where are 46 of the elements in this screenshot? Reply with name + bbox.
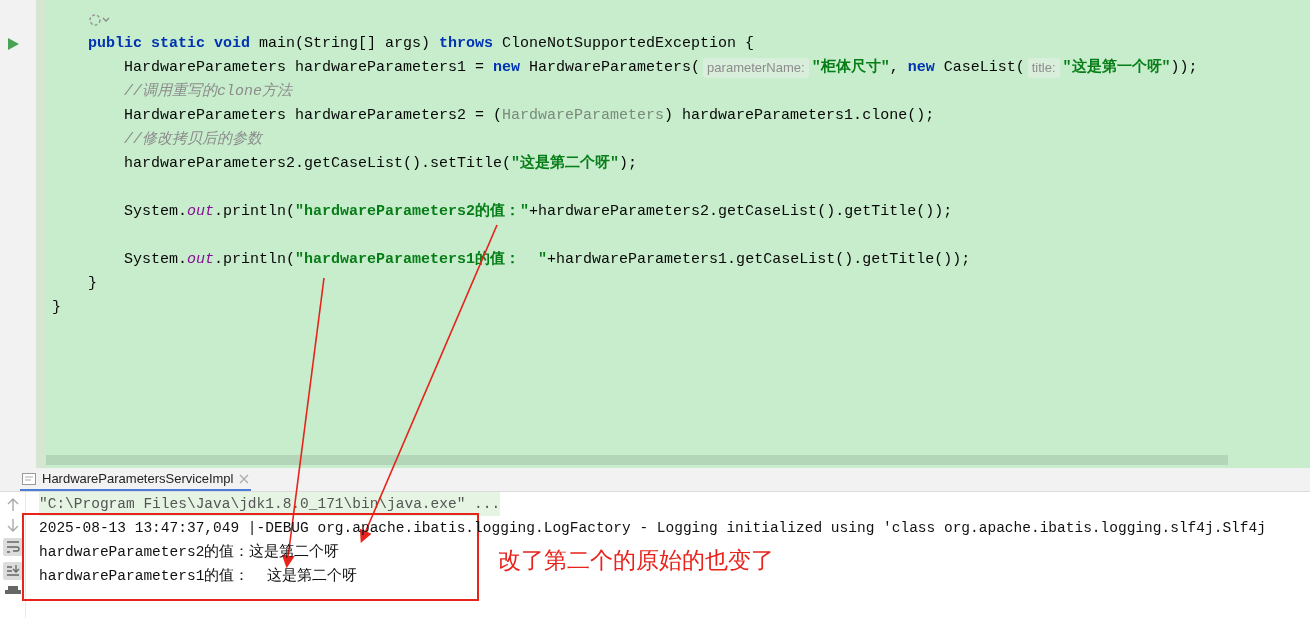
close-icon[interactable] [239,474,250,484]
console-output: hardwareParameters1的值： 这是第二个呀 [39,566,357,586]
code-text: ); [619,153,638,174]
code-text: +hardwareParameters1.getCaseList().getTitle()); [547,249,971,270]
cast-type: HardwareParameters [502,105,665,126]
code-text: } [88,273,97,294]
field-name: out [187,201,215,222]
code-text: CaseList( [942,57,1025,78]
up-arrow-icon[interactable] [6,498,19,512]
string-literal: "hardwareParameters2的值：" [295,201,530,222]
code-text: } [52,297,61,318]
scroll-to-end-icon[interactable] [2,562,23,580]
code-text: )); [1170,57,1198,78]
run-icon[interactable] [8,38,19,50]
code-text: hardwareParameters2.getCaseList().setTitle( [124,153,512,174]
code-text: main(String[] args) [258,33,432,54]
code-text: +hardwareParameters2.getCaseList().getTitle()); [529,201,953,222]
code-text: .println( [214,249,296,270]
code-text: HardwareParameters( [528,57,701,78]
scrollbar[interactable] [46,455,1228,465]
keyword: public static void [88,33,251,54]
code-text: .println( [214,201,296,222]
field-name: out [187,249,215,270]
tab-label: HardwareParametersServiceImpl [42,470,234,489]
code-text: ) hardwareParameters1.clone(); [664,105,935,126]
parameter-hint: parameterName: [703,58,809,78]
code-text: System. [124,201,187,222]
keyword: new [493,57,521,78]
down-arrow-icon[interactable] [6,518,19,532]
soft-wrap-icon[interactable] [2,538,23,556]
code-text: HardwareParameters hardwareParameters2 = ( [124,105,503,126]
code-text: , [889,57,900,78]
console-icon [22,473,36,485]
code-comment: //修改拷贝后的参数 [124,129,262,150]
parameter-hint: title: [1027,58,1060,78]
string-literal: "这是第二个呀" [511,153,620,174]
code-text: System. [124,249,187,270]
keyword: new [907,57,935,78]
string-literal: "这是第一个呀" [1062,57,1171,78]
code-text: HardwareParameters hardwareParameters1 = [124,57,486,78]
code-text: CloneNotSupportedException { [501,33,755,54]
annotation-text: 改了第二个的原始的也变了 [498,546,774,575]
string-literal: "柜体尺寸" [811,57,890,78]
keyword: throws [439,33,494,54]
code-comment: //调用重写的clone方法 [124,81,292,102]
print-icon[interactable] [4,586,21,594]
